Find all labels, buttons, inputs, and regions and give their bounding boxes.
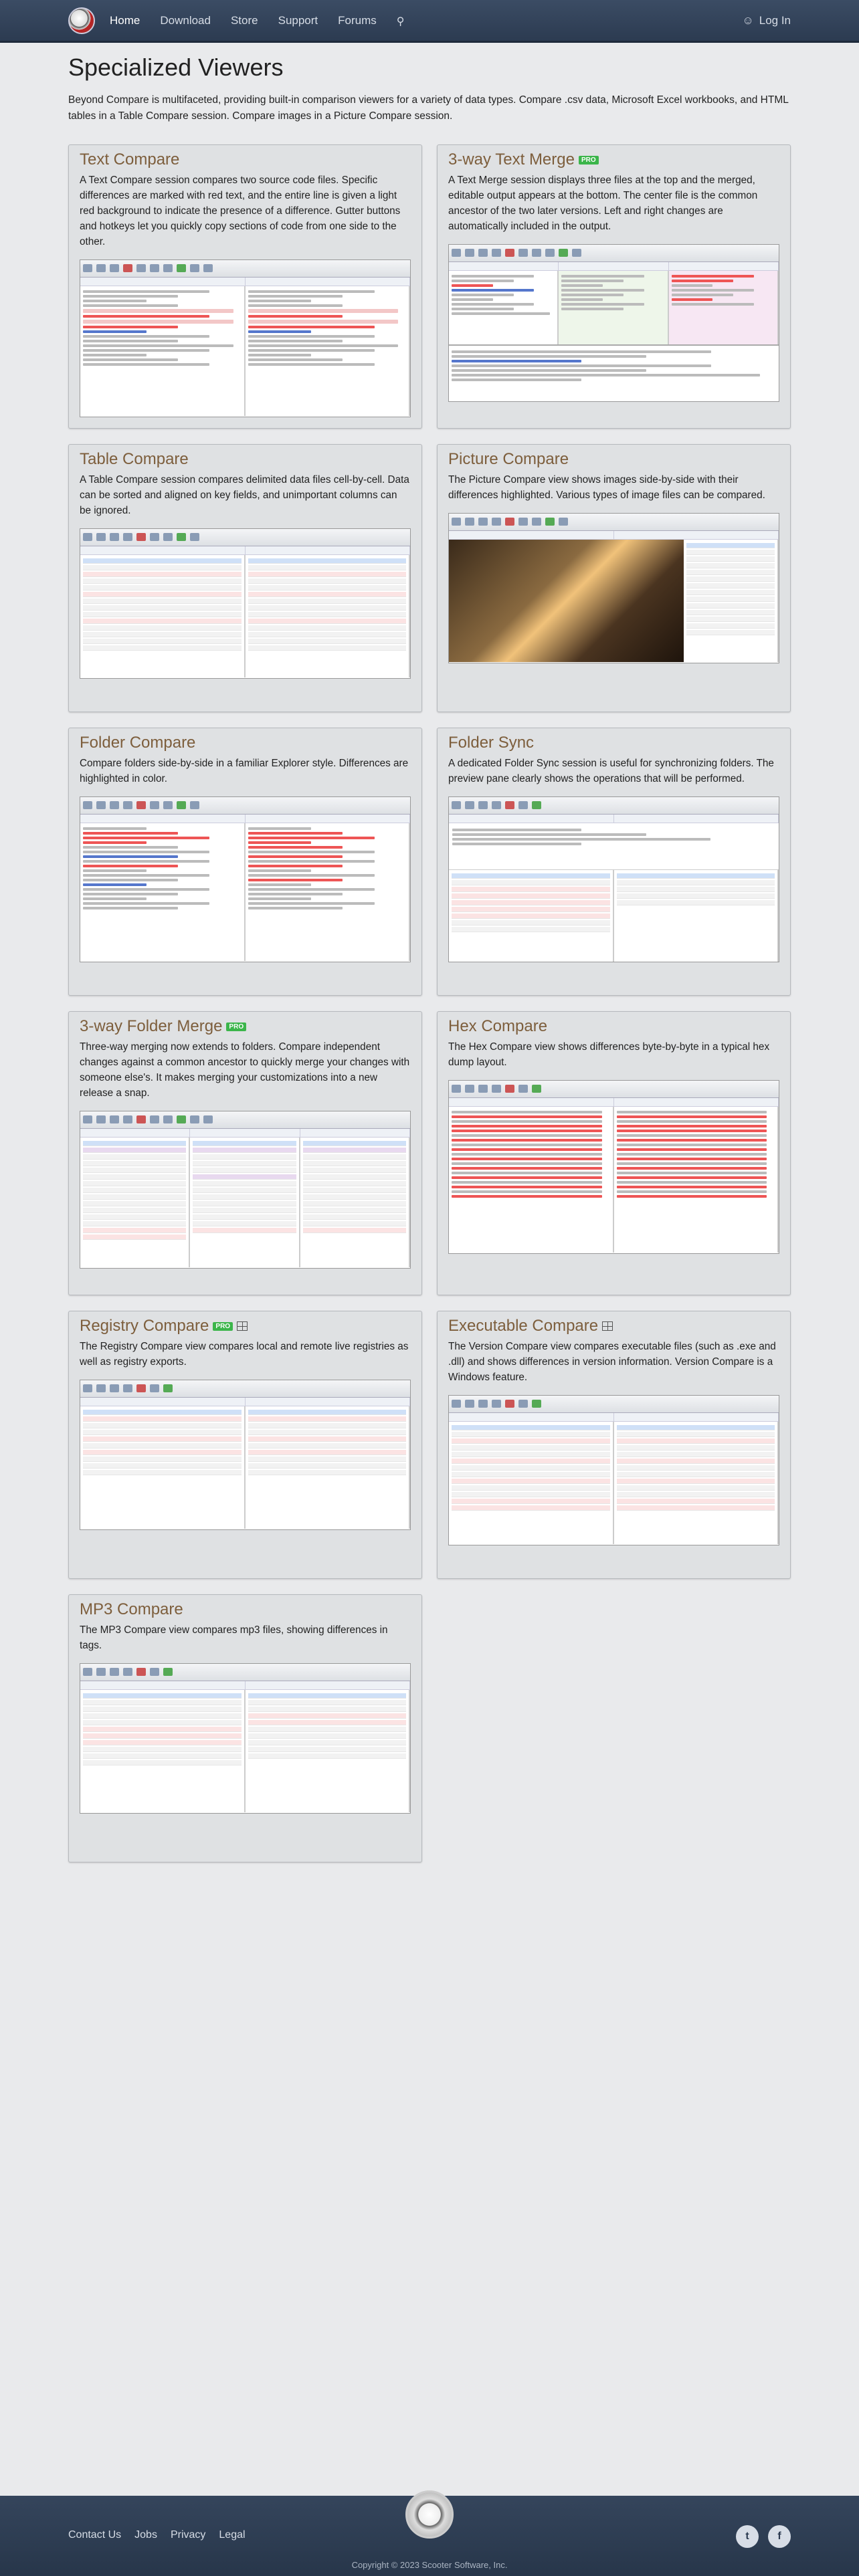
table-compare-screenshot (80, 528, 411, 679)
login-label: Log In (759, 13, 791, 27)
card-folder-sync: Folder Sync A dedicated Folder Sync sess… (437, 728, 791, 996)
card-description: Compare folders side-by-side in a famili… (80, 758, 409, 784)
twitter-icon[interactable]: t (736, 2525, 759, 2548)
card-picture-compare: Picture Compare The Picture Compare view… (437, 444, 791, 713)
footer-jobs-link[interactable]: Jobs (134, 2529, 157, 2541)
registry-compare-screenshot (80, 1379, 411, 1530)
pro-badge: PRO (226, 1022, 247, 1031)
login-link[interactable]: ☺ Log In (742, 14, 791, 27)
card-description: A Text Compare session compares two sour… (80, 175, 401, 247)
card-description: A Text Merge session displays three file… (448, 175, 758, 232)
card-registry-compare: Registry Compare PRO The Registry Compare… (68, 1311, 422, 1580)
card-description: A Table Compare session compares delimit… (80, 474, 409, 516)
pro-badge: PRO (578, 155, 599, 165)
card-description: The Hex Compare view shows differences b… (448, 1041, 770, 1068)
card-table-compare: Table Compare A Table Compare session co… (68, 444, 422, 713)
text-compare-screenshot (80, 259, 411, 417)
hex-compare-screenshot (448, 1079, 779, 1254)
viewer-grid: Text Compare A Text Compare session comp… (68, 144, 791, 1878)
card-mp3-compare: MP3 Compare The MP3 Compare view compare… (68, 1594, 422, 1863)
picture-compare-screenshot (448, 512, 779, 663)
search-icon[interactable]: ⚲ (397, 15, 409, 27)
top-nav: Home Download Store Support Forums ⚲ ☺ L… (0, 0, 859, 43)
card-title: Picture Compare (448, 450, 569, 469)
page-intro: Beyond Compare is multifaceted, providin… (68, 94, 789, 122)
card-description: A dedicated Folder Sync session is usefu… (448, 758, 774, 784)
card-description: The Registry Compare view compares local… (80, 1341, 409, 1368)
scooter-badge-icon (405, 2490, 454, 2539)
card-folder-compare: Folder Compare Compare folders side-by-s… (68, 728, 422, 996)
pro-badge: PRO (213, 1321, 233, 1331)
card-title: 3-way Text Merge (448, 150, 575, 169)
windows-icon (237, 1321, 248, 1331)
card-3way-text-merge: 3-way Text Merge PRO A Text Merge session… (437, 144, 791, 429)
footer-legal-link[interactable]: Legal (219, 2529, 245, 2541)
card-title: MP3 Compare (80, 1600, 183, 1619)
user-icon: ☺ (742, 13, 754, 27)
card-description: The Version Compare view compares execut… (448, 1341, 776, 1383)
executable-compare-screenshot (448, 1394, 779, 1545)
card-title: Text Compare (80, 150, 180, 169)
site-footer: Contact Us Jobs Privacy Legal t f Copyri… (0, 2490, 859, 2576)
nav-store[interactable]: Store (231, 14, 258, 27)
card-title: Executable Compare (448, 1317, 599, 1335)
page-title: Specialized Viewers (68, 53, 284, 81)
scooter-logo-icon[interactable] (68, 7, 95, 34)
card-description: The MP3 Compare view compares mp3 files,… (80, 1624, 388, 1651)
card-title: Folder Sync (448, 734, 535, 752)
nav-forums[interactable]: Forums (338, 14, 377, 27)
windows-icon (602, 1321, 613, 1331)
card-hex-compare: Hex Compare The Hex Compare view shows d… (437, 1011, 791, 1296)
footer-privacy-link[interactable]: Privacy (171, 2529, 205, 2541)
footer-contact-link[interactable]: Contact Us (68, 2529, 121, 2541)
card-title: 3-way Folder Merge (80, 1017, 223, 1036)
card-3way-folder-merge: 3-way Folder Merge PRO Three-way merging … (68, 1011, 422, 1296)
nav-support[interactable]: Support (278, 14, 318, 27)
nav-download[interactable]: Download (160, 14, 211, 27)
card-title: Hex Compare (448, 1017, 548, 1036)
card-title: Folder Compare (80, 734, 196, 752)
card-description: The Picture Compare view shows images si… (448, 474, 765, 501)
folder-sync-screenshot (448, 796, 779, 962)
facebook-icon[interactable]: f (768, 2525, 791, 2548)
card-title: Table Compare (80, 450, 189, 469)
card-title: Registry Compare (80, 1317, 209, 1335)
text-merge-screenshot (448, 243, 779, 402)
card-description: Three-way merging now extends to folders… (80, 1041, 410, 1099)
folder-merge-screenshot (80, 1110, 411, 1269)
nav-home[interactable]: Home (110, 14, 140, 27)
folder-compare-screenshot (80, 796, 411, 962)
card-text-compare: Text Compare A Text Compare session comp… (68, 144, 422, 429)
copyright: Copyright © 2023 Scooter Software, Inc. (351, 2560, 508, 2570)
mp3-compare-screenshot (80, 1662, 411, 1814)
card-executable-compare: Executable Compare The Version Compare v… (437, 1311, 791, 1580)
